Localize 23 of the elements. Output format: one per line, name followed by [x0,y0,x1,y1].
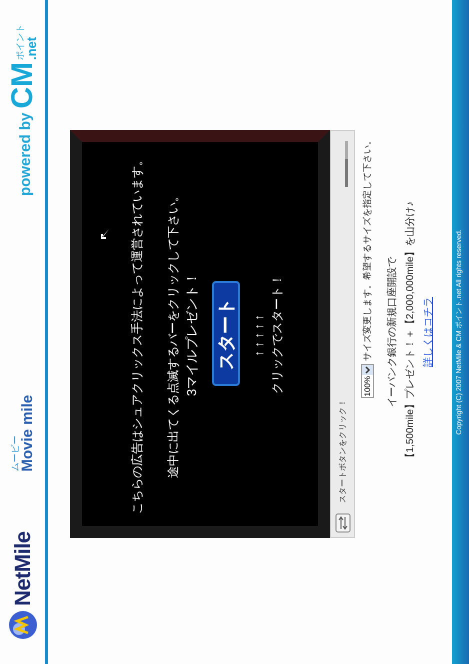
loop-button-icon[interactable] [334,513,350,533]
mile-present-text: 3マイルプレゼント！ [183,272,200,396]
brand-logo: NetMile [9,532,36,606]
click-hint: クリックでスタート！ [268,274,284,394]
globe-logo-icon [8,610,38,640]
promo-text: 【1,500mile】プレゼント！＋【2,000,000mile】を山分け♪ [404,201,416,463]
details-link[interactable]: 詳しくはコチラ [420,297,436,367]
instruction-text: 途中に出てくる点滅するバーをクリックして下さい。 [165,190,181,478]
start-button[interactable]: スタート [212,282,240,386]
promo-text: イーバンク銀行の新規口座開設で [386,257,398,407]
size-select[interactable]: 100% [361,364,374,398]
logo-kana: ムービー [10,434,20,472]
cursor-icon [100,228,110,240]
partner-kana: ポイント [16,24,24,60]
arrows-text: ↑↑↑↑↑ [250,312,266,356]
status-text: スタートボタンをクリック！ [336,399,348,503]
powered-by-text: powered by [16,112,35,196]
partner-suffix: .net [24,36,38,60]
dropdown-icon [362,365,374,375]
partner-logo: CM [8,62,38,109]
size-note: サイズ変更します。希望するサイズを指定して下さい。 [361,136,373,361]
movie-mile-logo: Movie mile [20,394,34,472]
ad-notice: こちらの広告はシュアクリックス手法によって運営されています。 [129,154,145,514]
